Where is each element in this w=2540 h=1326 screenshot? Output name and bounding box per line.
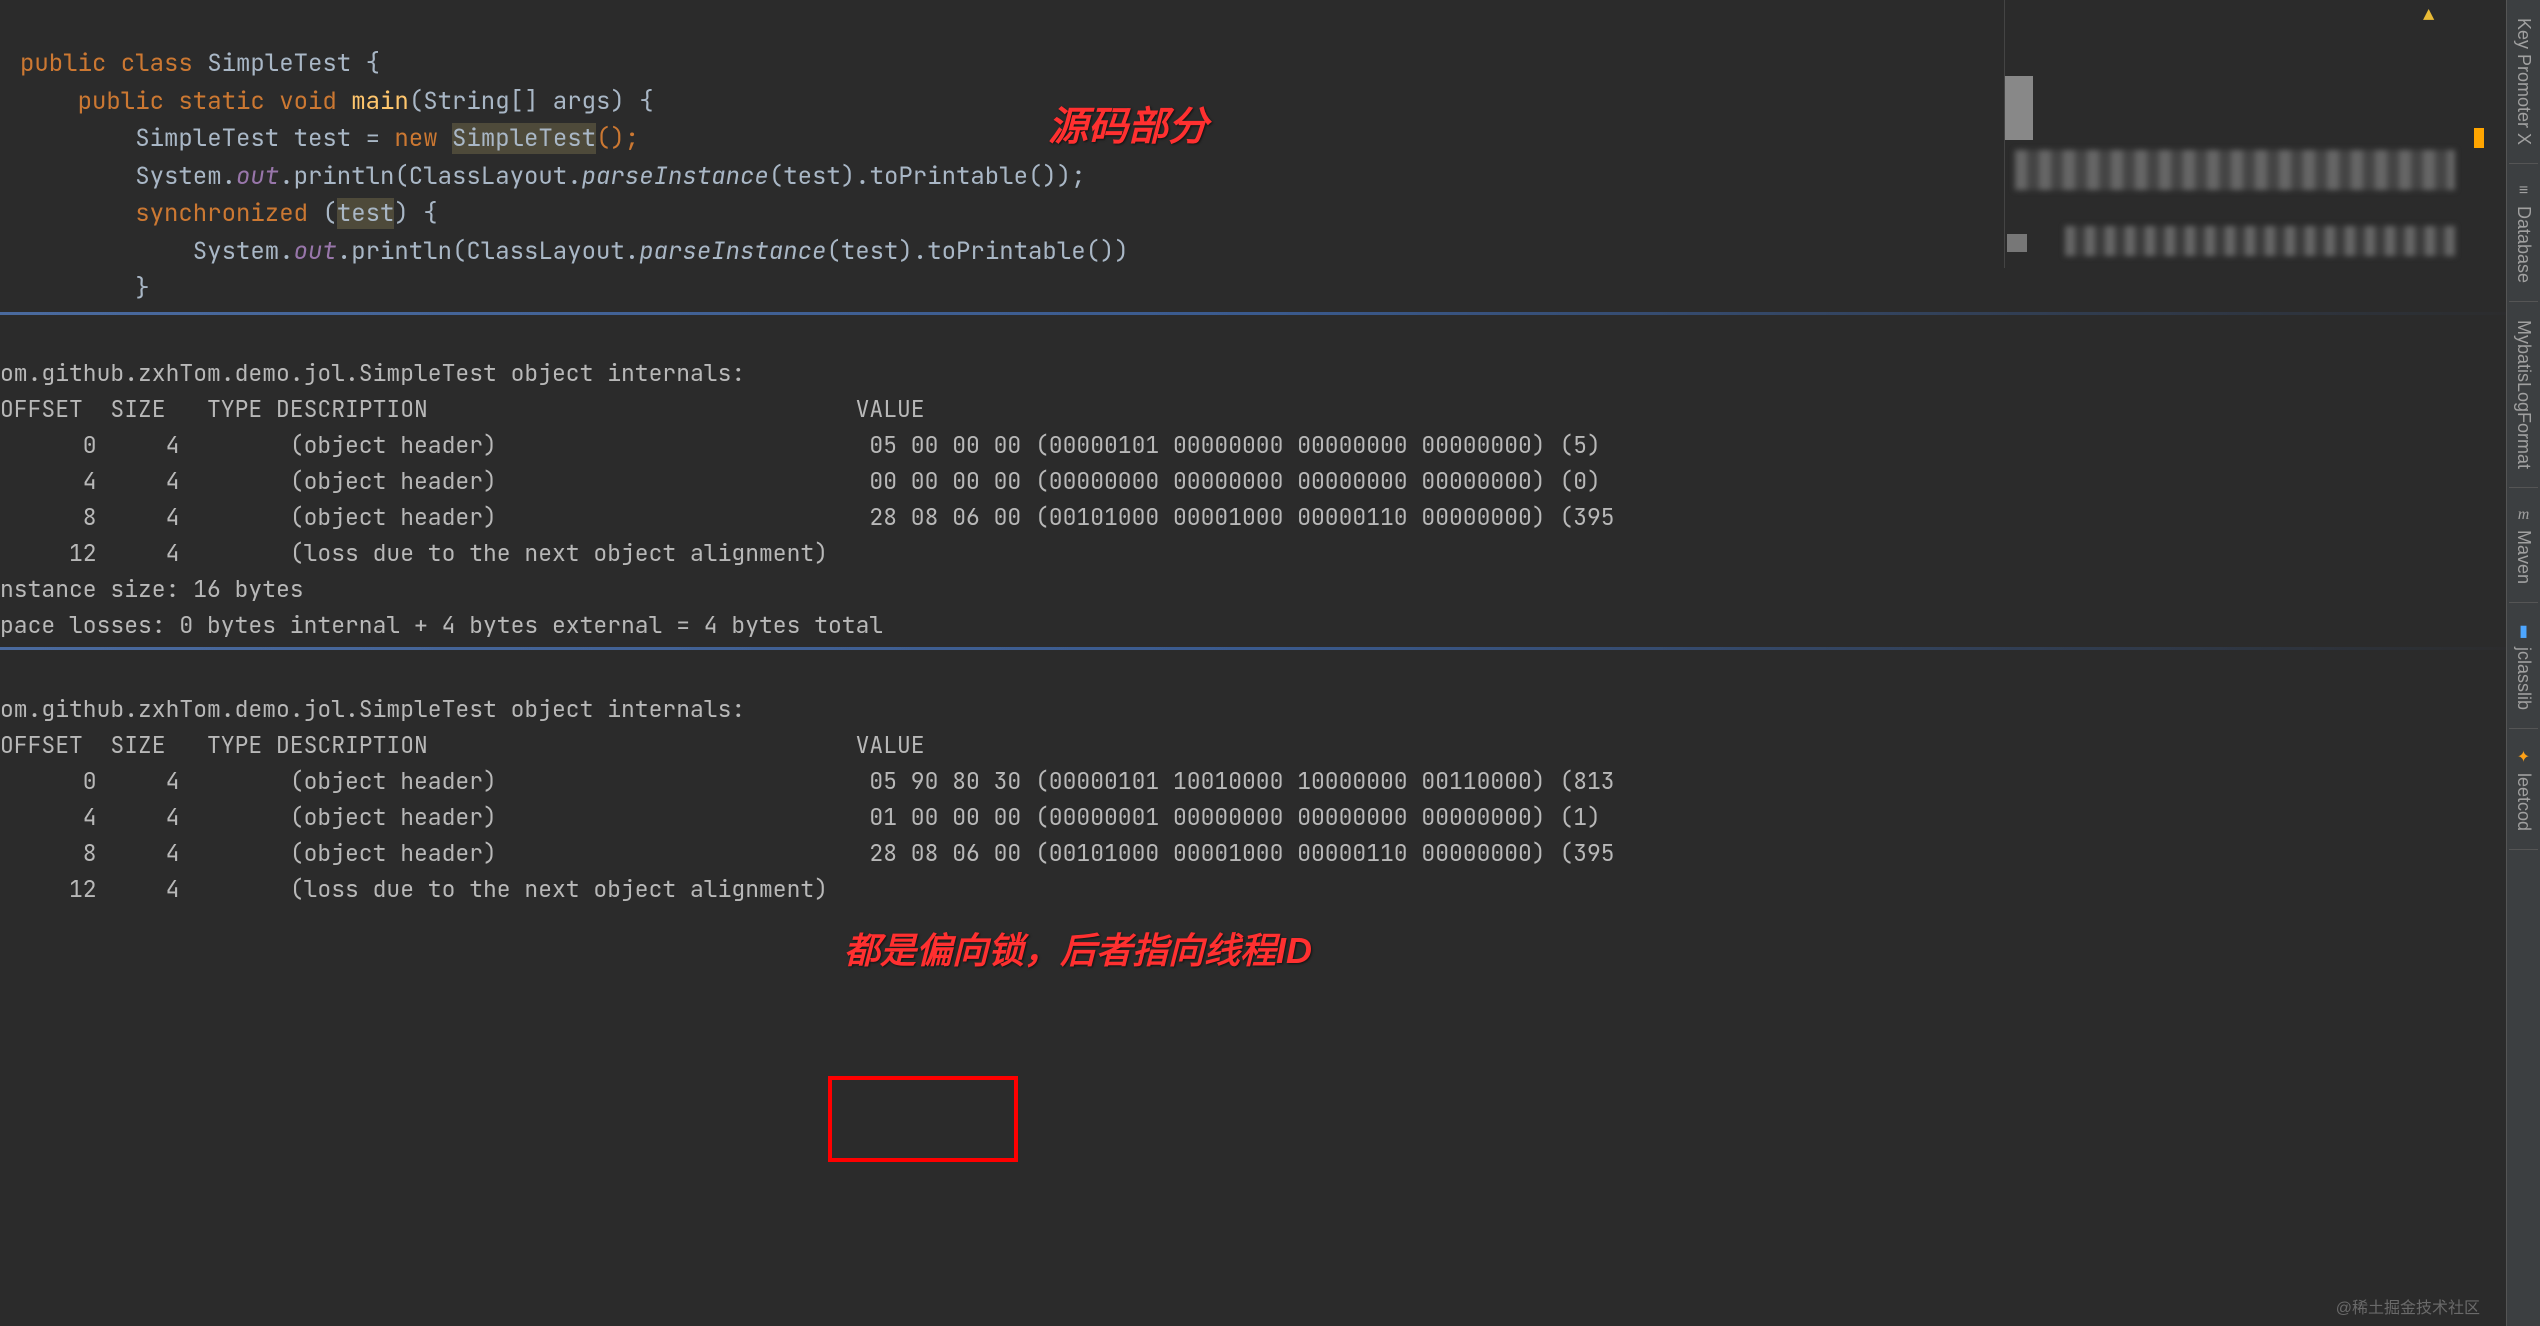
- error-stripe-mark[interactable]: [2474, 128, 2484, 148]
- code-text: .println(ClassLayout.: [279, 161, 581, 192]
- paren: (: [322, 198, 336, 229]
- code-text: (test).toPrintable()): [826, 236, 1128, 267]
- highlight-box: [828, 1076, 1018, 1162]
- console-header: OFFSET SIZE TYPE DESCRIPTION VALUE: [0, 730, 925, 760]
- class-name: SimpleTest: [207, 48, 365, 79]
- separator: [0, 312, 2540, 315]
- code-text: .println(ClassLayout.: [337, 236, 639, 267]
- tool-tab-maven[interactable]: mMaven: [2509, 488, 2538, 603]
- static-method: parseInstance: [639, 236, 826, 267]
- static-method: parseInstance: [582, 161, 769, 192]
- console-row: 4 4 (object header) 01 00 00 00 (0000000…: [0, 802, 1601, 832]
- watermark: @稀土掘金技术社区: [2336, 1294, 2480, 1318]
- console-line: om.github.zxhTom.demo.jol.SimpleTest obj…: [0, 358, 745, 388]
- brace: ) {: [394, 198, 437, 229]
- tool-tab-database[interactable]: ≡Database: [2509, 164, 2538, 302]
- jclasslib-icon: ▮: [2519, 621, 2528, 641]
- tool-tab-jclasslib[interactable]: ▮jclasslib: [2509, 603, 2538, 729]
- console-row: 8 4 (object header) 28 08 06 00 (0010100…: [0, 838, 1615, 868]
- tool-tab-key-promoter[interactable]: Key Promoter X: [2509, 0, 2538, 164]
- console-row: 0 4 (object header) 05 00 00 00 (0000010…: [0, 430, 1601, 460]
- database-icon: ≡: [2519, 182, 2528, 200]
- console-row: 0 4 (object header) 05 90 80 30 (0000010…: [0, 766, 1615, 796]
- blurred-area: [2007, 234, 2027, 252]
- blurred-area: [2005, 100, 2033, 140]
- leetcode-icon: ✦: [2517, 747, 2530, 767]
- code-text: (test).toPrintable());: [769, 161, 1086, 192]
- console-header: OFFSET SIZE TYPE DESCRIPTION VALUE: [0, 394, 925, 424]
- right-tool-window-bar: Key Promoter X ≡Database MybatisLogForma…: [2506, 0, 2540, 1326]
- keyword: public static void: [20, 86, 351, 117]
- highlighted-var: test: [337, 198, 395, 229]
- code-text: System.: [20, 161, 236, 192]
- separator: [0, 647, 2540, 650]
- keyword: public class: [20, 48, 207, 79]
- field-ref: out: [294, 236, 337, 267]
- keyword: synchronized: [135, 198, 322, 229]
- console-output-block-1[interactable]: om.github.zxhTom.demo.jol.SimpleTest obj…: [0, 321, 2540, 644]
- console-line: om.github.zxhTom.demo.jol.SimpleTest obj…: [0, 694, 745, 724]
- maven-icon: m: [2518, 506, 2530, 524]
- blurred-area: [2065, 226, 2455, 256]
- highlighted-class: SimpleTest: [452, 123, 596, 154]
- tool-tab-leetcode[interactable]: ✦leetcod: [2509, 729, 2538, 850]
- console-line: nstance size: 16 bytes: [0, 574, 304, 604]
- brace: }: [20, 273, 150, 304]
- indent: [20, 198, 135, 229]
- brace: {: [366, 48, 380, 79]
- tool-tab-mybatis-log[interactable]: MybatisLogFormat: [2509, 302, 2538, 488]
- console-row: 12 4 (loss due to the next object alignm…: [0, 538, 828, 568]
- params: (String[] args) {: [409, 86, 654, 117]
- console-row: 4 4 (object header) 00 00 00 00 (0000000…: [0, 466, 1601, 496]
- code-text: SimpleTest test =: [20, 123, 394, 154]
- field-ref: out: [236, 161, 279, 192]
- annotation-biased-lock: 都是偏向锁，后者指向线程ID: [844, 922, 1312, 974]
- method-name: main: [351, 86, 409, 117]
- blurred-area: [2015, 150, 2455, 190]
- minimap-area: ▲: [2004, 0, 2484, 268]
- code-text: System.: [20, 236, 294, 267]
- annotation-source-code: 源码部分: [1048, 94, 1208, 152]
- keyword: new: [394, 123, 452, 154]
- console-row: 8 4 (object header) 28 08 06 00 (0010100…: [0, 502, 1615, 532]
- semicolon: ();: [596, 123, 639, 154]
- warning-icon[interactable]: ▲: [2423, 4, 2434, 27]
- console-row: 12 4 (loss due to the next object alignm…: [0, 874, 828, 904]
- console-line: pace losses: 0 bytes internal + 4 bytes …: [0, 610, 883, 640]
- console-output-block-2[interactable]: om.github.zxhTom.demo.jol.SimpleTest obj…: [0, 656, 2540, 907]
